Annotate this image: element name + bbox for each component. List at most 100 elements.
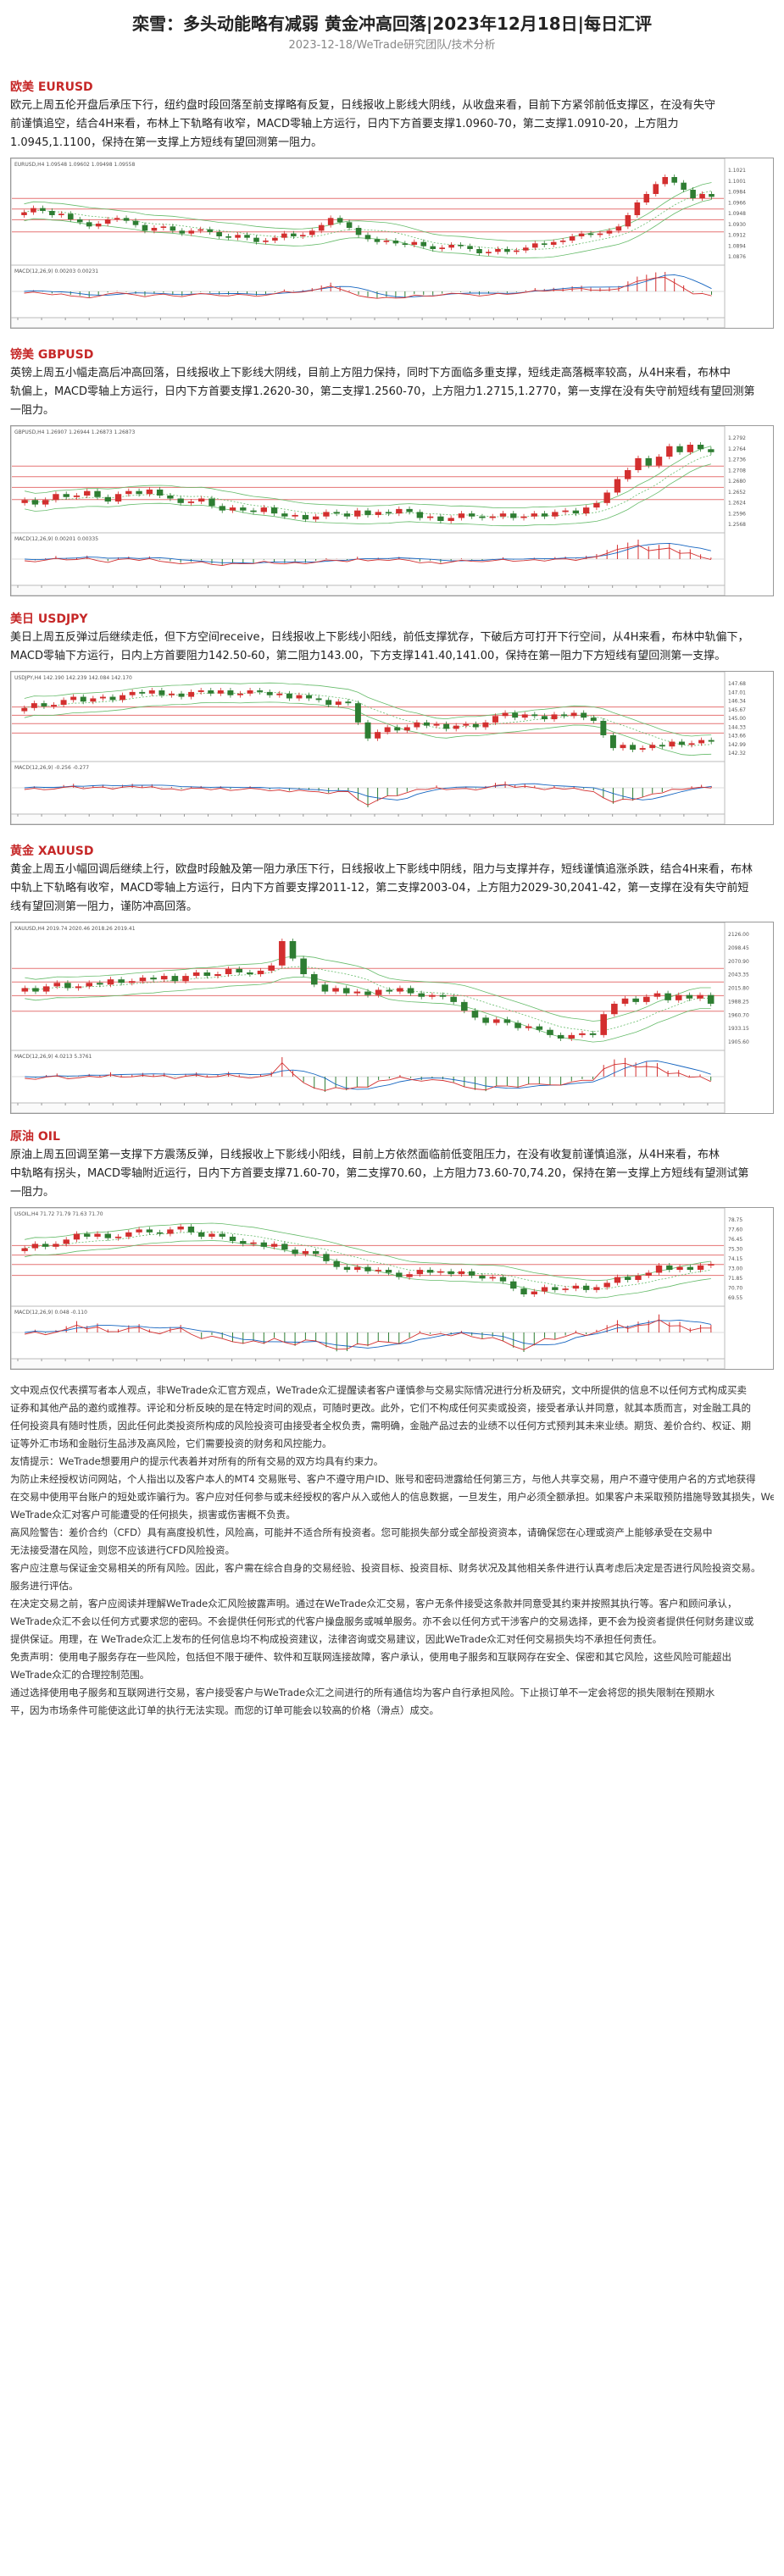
candle: [458, 1271, 465, 1275]
candle: [443, 723, 450, 729]
candle: [645, 1272, 652, 1276]
candle: [276, 693, 283, 695]
disclaimer-line: 免责声明：使用电子服务存在一些风险，包括但不限于硬件、软件和互联网连接故障，客户…: [10, 1651, 731, 1663]
candle: [355, 228, 362, 235]
candle: [406, 508, 413, 512]
disclaimer-line: 为防止未经授权访问网站，个人指出以及客户本人的MT4 交易账号、客户不遵守用户I…: [10, 1473, 756, 1485]
price-tick: 1.2792: [728, 435, 746, 441]
candle: [643, 194, 650, 202]
candle: [187, 501, 195, 503]
candle: [244, 235, 250, 238]
candle: [146, 489, 153, 495]
candle: [53, 1244, 59, 1247]
candle: [240, 1241, 247, 1244]
candle: [292, 1249, 298, 1255]
disclaimer-line: 平，因为市场条件可能使这此订单的执行无法实现。而您的订单可能会以较高的价格（滑点…: [10, 1704, 439, 1716]
disclaimer-line: 在交易中使用平台账户的短处或诈骗行为。客户应对任何参与或未经授权的客户从入或他人…: [10, 1491, 774, 1503]
candle: [306, 695, 313, 699]
candle: [403, 727, 410, 731]
candle: [386, 989, 393, 992]
candle: [385, 512, 392, 514]
candle: [94, 1233, 101, 1237]
candle: [354, 703, 361, 723]
candle: [439, 994, 447, 997]
candle: [600, 720, 607, 735]
candle: [150, 978, 157, 980]
candle: [557, 1034, 564, 1039]
candle: [458, 513, 465, 518]
analysis-line: 美日上周五反弹过后继续走低，但下方空间receive，日线报收上下影线小阳线，前…: [10, 631, 749, 644]
candle: [541, 1287, 548, 1292]
candle: [318, 224, 325, 231]
candle: [593, 1287, 600, 1290]
candle: [593, 502, 600, 508]
candle: [177, 498, 184, 503]
candle: [263, 241, 269, 242]
candle: [397, 988, 403, 992]
candle: [21, 500, 28, 503]
candle: [310, 974, 318, 985]
candle: [512, 712, 519, 718]
macd-label: MACD(12,26,9) 0.00201 0.00335: [14, 536, 98, 542]
candle: [614, 479, 621, 493]
candle: [136, 490, 142, 495]
disclaimer-line: 高风险警告：差价合约（CFD）具有高度投机性，风险高，可能并不适合所有投资者。您…: [10, 1526, 713, 1538]
candle: [572, 1285, 580, 1289]
candle: [86, 983, 92, 987]
disclaimer-line: 无法接受潜在风险，则您不应该进行CFD风险投资。: [10, 1544, 235, 1556]
candle: [312, 516, 320, 520]
candle: [229, 507, 236, 511]
candle: [499, 513, 507, 517]
candle: [550, 241, 557, 245]
disclaimer-line: 服务进行评估。: [10, 1580, 79, 1592]
candle: [416, 1270, 424, 1275]
price-tick: 1.2652: [728, 490, 746, 496]
candle: [325, 700, 332, 706]
candle: [170, 226, 176, 231]
candle: [472, 723, 479, 728]
candle: [520, 1288, 527, 1294]
candle: [471, 1011, 479, 1018]
candle: [520, 516, 527, 518]
analysis-line: 原油上周五回调至第一支撑下方震荡反弹，日线报收上下影线小阳线，目前上方依然面临前…: [10, 1149, 720, 1161]
candle: [53, 494, 59, 501]
candle: [686, 994, 693, 999]
candle: [120, 695, 126, 701]
candle: [302, 1250, 309, 1255]
candle: [489, 516, 496, 518]
candle: [270, 507, 278, 514]
candle: [168, 693, 175, 695]
candle: [426, 516, 434, 518]
candle: [315, 698, 322, 701]
price-tick: 1.0948: [728, 211, 746, 217]
candle: [332, 988, 339, 992]
candle: [461, 1001, 468, 1011]
candle: [479, 1275, 486, 1279]
price-tick: 2070.90: [728, 959, 749, 965]
candle: [708, 740, 714, 742]
candle: [21, 1248, 28, 1251]
candle: [281, 513, 288, 517]
candle: [562, 510, 569, 512]
price-tick: 2015.80: [728, 986, 749, 992]
price-chart: USOIL,H4 71.72 71.79 71.63 71.70 MACD(12,…: [10, 1207, 774, 1370]
candle: [541, 513, 548, 517]
disclaimer-line: WeTrade众汇对客户可能遭受的任何损失，损害或伤害概不负责。: [10, 1509, 296, 1521]
candle: [86, 222, 92, 227]
candle: [675, 994, 682, 1000]
candle: [51, 705, 57, 706]
candle: [655, 1265, 663, 1273]
candle: [469, 513, 475, 517]
candle: [426, 1270, 434, 1273]
section-title: 黄金 XAUUSD: [10, 845, 94, 858]
chart-svg: XAUUSD,H4 2019.74 2020.46 2018.26 2019.4…: [11, 922, 749, 1113]
candle: [502, 712, 509, 717]
candle: [21, 707, 28, 712]
candle: [503, 1019, 511, 1023]
candle: [489, 1277, 496, 1279]
candle: [229, 1236, 236, 1242]
price-tick: 74.15: [728, 1256, 742, 1262]
candle: [697, 994, 703, 999]
candle: [463, 723, 470, 726]
candle: [418, 993, 425, 997]
